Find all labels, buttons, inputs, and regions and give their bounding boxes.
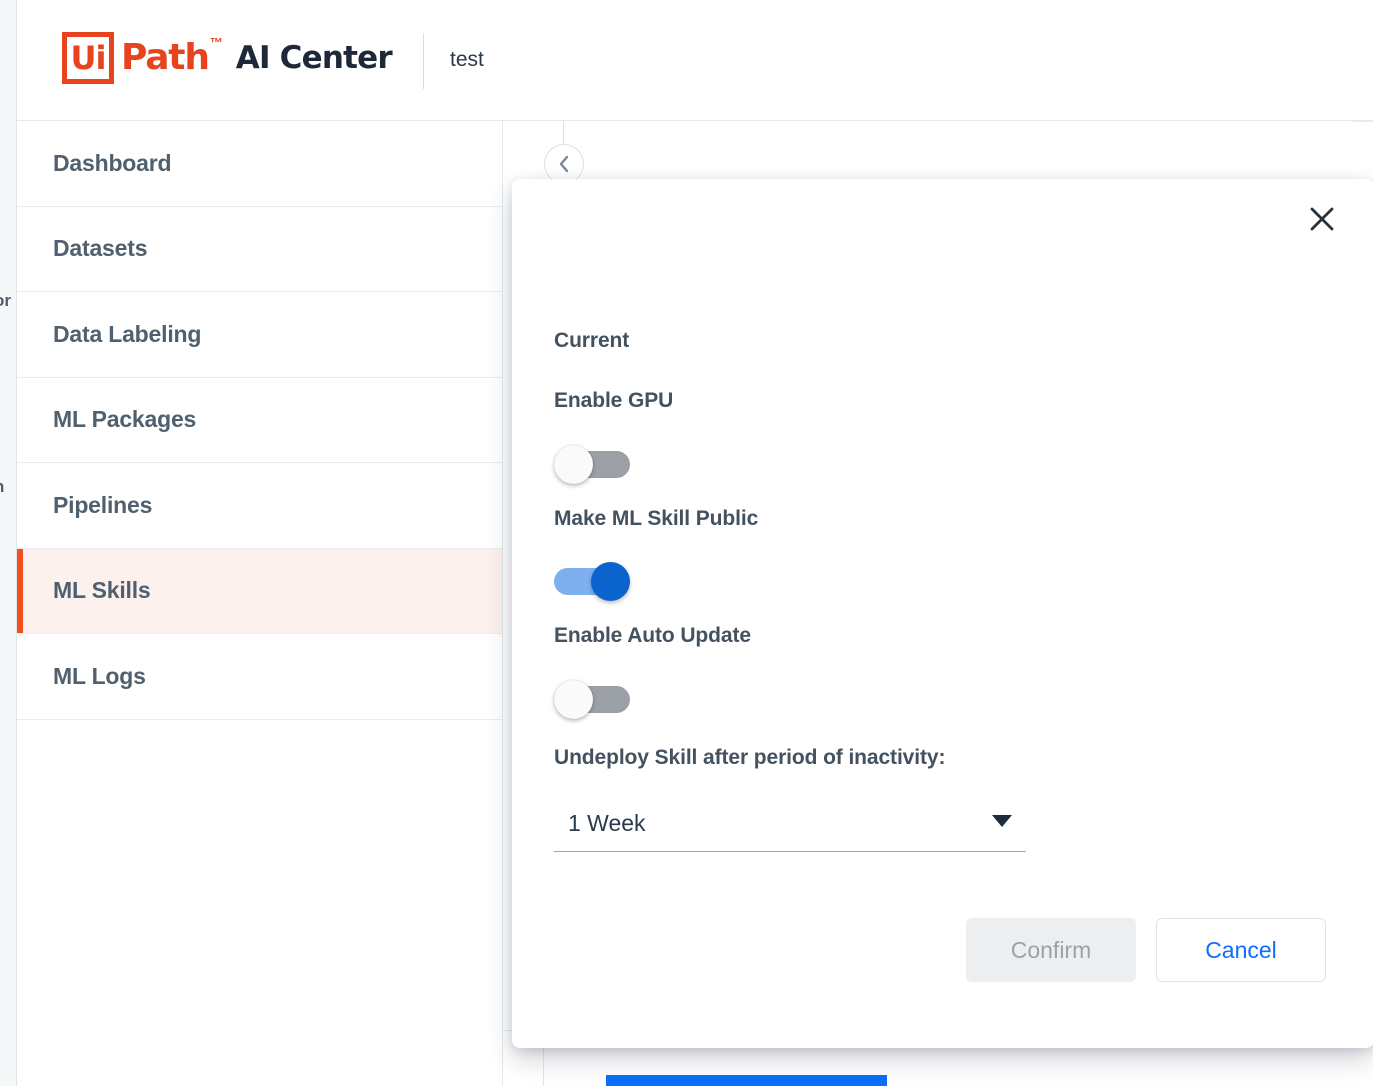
left-strip-fragment-two: n bbox=[0, 477, 4, 497]
sidebar-item-ml-packages[interactable]: ML Packages bbox=[17, 378, 502, 463]
dialog-body: Current Enable GPU Make ML Skill Public … bbox=[554, 329, 1332, 852]
toggle-knob bbox=[554, 680, 593, 719]
dialog-footer: Confirm Cancel bbox=[966, 918, 1326, 982]
sidebar-item-dashboard[interactable]: Dashboard bbox=[17, 121, 502, 207]
confirm-button[interactable]: Confirm bbox=[966, 918, 1136, 982]
sidebar-item-label: Data Labeling bbox=[53, 320, 202, 347]
clipped-rule bbox=[1353, 121, 1373, 122]
left-strip-fragment-one: or bbox=[0, 291, 11, 310]
header-divider bbox=[423, 33, 424, 89]
product-name: AI Center bbox=[235, 39, 393, 76]
sidebar-item-data-labeling[interactable]: Data Labeling bbox=[17, 292, 502, 378]
toggle-knob bbox=[554, 445, 593, 484]
sidebar-item-ml-skills[interactable]: ML Skills bbox=[17, 548, 502, 634]
chevron-down-icon bbox=[992, 815, 1012, 827]
sidebar-nav: Dashboard Datasets Data Labeling ML Pack… bbox=[17, 121, 503, 1086]
enable-auto-update-toggle[interactable] bbox=[554, 680, 632, 719]
sidebar-item-label: Pipelines bbox=[53, 491, 153, 518]
sidebar-item-datasets[interactable]: Datasets bbox=[17, 207, 502, 292]
current-label: Current bbox=[554, 329, 630, 352]
undeploy-period-label: Undeploy Skill after period of inactivit… bbox=[554, 746, 946, 769]
make-public-label: Make ML Skill Public bbox=[554, 507, 759, 530]
toggle-knob bbox=[591, 562, 630, 601]
ml-skill-settings-dialog: Current Enable GPU Make ML Skill Public … bbox=[512, 179, 1373, 1048]
make-ml-skill-public-toggle[interactable] bbox=[554, 562, 632, 601]
table-selection-bar bbox=[606, 1075, 887, 1086]
sidebar-item-ml-logs[interactable]: ML Logs bbox=[17, 634, 502, 720]
cancel-button[interactable]: Cancel bbox=[1156, 918, 1326, 982]
trademark-icon: ™ bbox=[209, 35, 223, 50]
app-root: or n Ui Path ™ AI Center test Dashboard … bbox=[0, 0, 1373, 1086]
undeploy-period-value: 1 Week bbox=[568, 810, 646, 836]
enable-gpu-label: Enable GPU bbox=[554, 389, 674, 412]
logo-mark-text: Ui bbox=[70, 39, 107, 77]
uipath-logo[interactable]: Ui Path ™ AI Center bbox=[62, 32, 393, 84]
sidebar-item-pipelines[interactable]: Pipelines bbox=[17, 463, 502, 549]
chevron-left-icon bbox=[559, 155, 569, 173]
enable-auto-update-label: Enable Auto Update bbox=[554, 624, 751, 647]
close-icon bbox=[1310, 207, 1334, 231]
sidebar-item-label: ML Skills bbox=[53, 577, 151, 604]
collapse-rail bbox=[563, 121, 564, 145]
logo-wordmark: Path bbox=[121, 37, 210, 78]
sidebar-collapse-button[interactable] bbox=[544, 144, 584, 184]
sidebar-item-label: Dashboard bbox=[53, 149, 172, 176]
logo-mark-box: Ui bbox=[62, 32, 114, 84]
sidebar-item-label: Datasets bbox=[53, 235, 148, 262]
sidebar-item-label: ML Packages bbox=[53, 406, 197, 433]
enable-gpu-toggle[interactable] bbox=[554, 445, 632, 484]
close-button[interactable] bbox=[1302, 199, 1342, 239]
left-edge-strip bbox=[0, 0, 17, 1086]
sidebar-item-label: ML Logs bbox=[53, 662, 146, 689]
undeploy-period-select[interactable]: 1 Week bbox=[554, 810, 1026, 852]
project-name: test bbox=[450, 48, 484, 71]
app-header: Ui Path ™ AI Center test bbox=[17, 0, 1373, 121]
